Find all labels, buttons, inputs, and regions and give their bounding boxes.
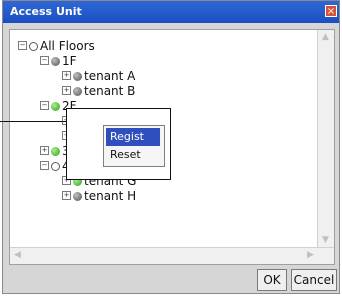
collapse-icon[interactable]: −: [40, 56, 49, 65]
menu-item-reset[interactable]: Reset: [106, 146, 160, 164]
tree-node-label: tenant H: [84, 189, 137, 203]
collapse-icon[interactable]: −: [40, 101, 49, 110]
collapse-icon[interactable]: −: [18, 41, 27, 50]
horizontal-scrollbar[interactable]: ◀ ▶: [10, 247, 334, 264]
expand-icon[interactable]: +: [62, 86, 71, 95]
expand-icon[interactable]: +: [40, 146, 49, 155]
scroll-left-icon[interactable]: ◀: [12, 250, 23, 261]
tree-node-label: All Floors: [40, 39, 95, 53]
status-dot-icon: [51, 57, 60, 66]
status-dot-icon: [51, 147, 60, 156]
status-dot-icon: [51, 162, 60, 171]
access-unit-dialog: Access Unit × − All Floors − 1F + tenant A + te…: [2, 0, 340, 294]
status-dot-icon: [73, 72, 82, 81]
expand-icon[interactable]: +: [62, 191, 71, 200]
tree-node-label: tenant A: [84, 69, 136, 83]
tree-node-label: tenant B: [84, 84, 136, 98]
menu-item-regist[interactable]: Regist: [106, 128, 160, 146]
scroll-down-icon[interactable]: ▼: [320, 235, 331, 246]
close-icon[interactable]: ×: [325, 5, 337, 17]
floor-tree-panel: −All Floors−1F+tenant A+tenant B−2F+tena…: [9, 29, 335, 265]
expand-icon[interactable]: +: [62, 71, 71, 80]
status-dot-icon: [73, 192, 82, 201]
status-dot-icon: [51, 102, 60, 111]
window-title: Access Unit: [10, 5, 82, 18]
title-bar: Access Unit ×: [3, 1, 339, 23]
collapse-icon[interactable]: −: [40, 161, 49, 170]
scroll-up-icon[interactable]: ▲: [320, 32, 331, 43]
cancel-button[interactable]: Cancel: [291, 269, 337, 291]
status-dot-icon: [29, 42, 38, 51]
status-dot-icon: [73, 87, 82, 96]
context-menu: Regist Reset: [103, 125, 165, 167]
vertical-scrollbar[interactable]: ▲ ▼: [317, 30, 334, 248]
tree-node-label: 1F: [62, 54, 77, 68]
scroll-right-icon[interactable]: ▶: [305, 250, 316, 261]
callout-line: [0, 121, 67, 122]
ok-button[interactable]: OK: [257, 269, 287, 291]
